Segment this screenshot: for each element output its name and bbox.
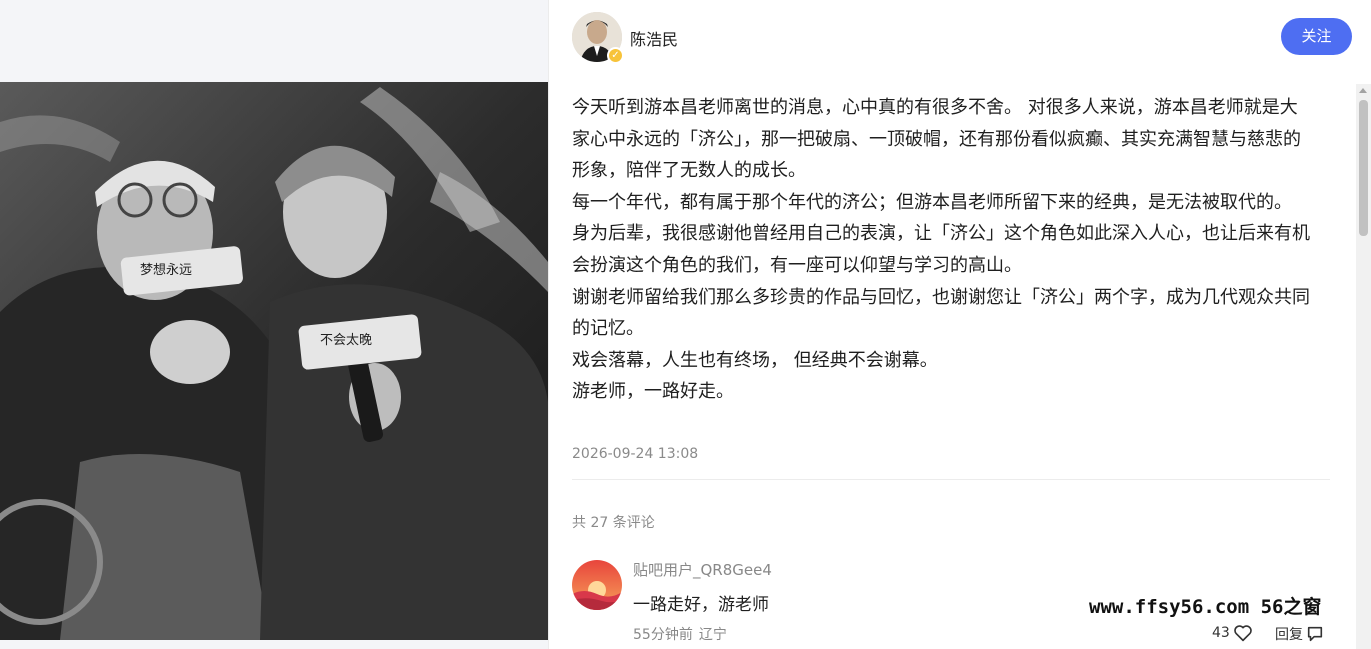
photo-image: 梦想永远 不会太晚 <box>0 82 548 640</box>
mic-card-text-1: 梦想永远 <box>140 262 192 278</box>
scrollbar[interactable] <box>1356 84 1371 649</box>
comment-meta: 55分钟前 辽宁 <box>633 624 727 644</box>
post-paragraph: 今天听到游本昌老师离世的消息，心中真的有很多不舍。 对很多人来说，游本昌老师就是… <box>572 97 1301 182</box>
post-timestamp: 2026-09-24 13:08 <box>572 446 699 462</box>
comment-count: 共 27 条评论 <box>572 515 655 531</box>
post-paragraph: 戏会落幕，人生也有终场， 但经典不会谢幕。 <box>572 349 938 371</box>
heart-icon <box>1234 625 1252 642</box>
post-paragraph: 谢谢老师留给我们那么多珍贵的作品与回忆，也谢谢您让「济公」两个字，成为几代观众共… <box>572 286 1310 340</box>
reply-button[interactable]: 回复 <box>1275 624 1324 644</box>
scroll-up-arrow-icon[interactable] <box>1359 88 1367 93</box>
comment-text: 一路走好，游老师 <box>633 595 769 615</box>
comment-location: 辽宁 <box>698 627 727 643</box>
media-pane: 梦想永远 不会太晚 <box>0 0 548 649</box>
post-photo[interactable]: 梦想永远 不会太晚 <box>0 82 548 640</box>
like-count: 43 <box>1212 625 1230 641</box>
commenter-name[interactable]: 贴吧用户_QR8Gee4 <box>633 559 772 580</box>
reply-label: 回复 <box>1275 627 1303 643</box>
scrollbar-thumb[interactable] <box>1359 100 1368 236</box>
verified-badge-icon: ✓ <box>607 47 624 64</box>
like-button[interactable]: 43 <box>1212 624 1253 642</box>
sunset-avatar-image <box>572 560 622 610</box>
post-paragraph: 游老师，一路好走。 <box>572 381 734 403</box>
author-name[interactable]: 陈浩民 <box>630 26 678 50</box>
post-paragraph: 每一个年代，都有属于那个年代的济公；但游本昌老师所留下来的经典，是无法被取代的。… <box>572 191 1310 276</box>
post-content: 今天听到游本昌老师离世的消息，心中真的有很多不舍。 对很多人来说，游本昌老师就是… <box>572 92 1312 408</box>
author-bar: ✓ 陈浩民 关注 <box>572 12 1352 64</box>
watermark: www.ffsy56.com 56之窗 <box>1089 596 1322 618</box>
follow-button[interactable]: 关注 <box>1281 18 1352 55</box>
divider <box>572 479 1330 480</box>
comment-time: 55分钟前 <box>633 627 693 643</box>
post-detail-pane: ✓ 陈浩民 关注 今天听到游本昌老师离世的消息，心中真的有很多不舍。 对很多人来… <box>548 0 1371 649</box>
mic-card-text-2: 不会太晚 <box>320 333 372 348</box>
commenter-avatar[interactable] <box>572 560 622 610</box>
comment-bubble-icon <box>1307 626 1323 642</box>
